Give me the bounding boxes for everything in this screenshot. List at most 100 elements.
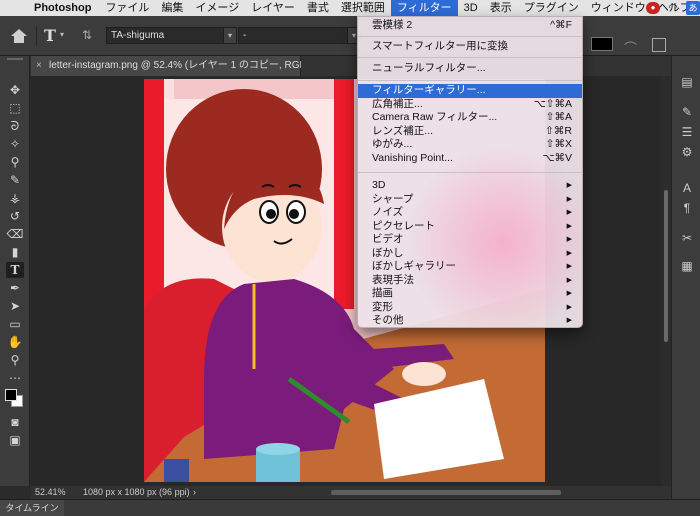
chevron-down-icon[interactable]: ▾ xyxy=(60,30,64,39)
font-style-field[interactable]: - xyxy=(238,27,348,44)
text-orientation-icon[interactable]: ⇅ xyxy=(82,28,92,42)
eraser-tool-icon[interactable]: ⌫ xyxy=(6,226,24,242)
character-panel-icon[interactable] xyxy=(652,38,666,52)
menu-bar: Photoshop ファイル 編集 イメージ レイヤー 書式 選択範囲 フィルタ… xyxy=(0,0,700,16)
menu-filter[interactable]: フィルター xyxy=(390,0,458,16)
menu-item-blur[interactable]: ぼかし ▶ xyxy=(358,247,582,261)
text-color-swatch[interactable] xyxy=(591,37,613,51)
menu-item-liquify[interactable]: ゆがみ... ⇧⌘X xyxy=(358,138,582,152)
zoom-tool-icon[interactable]: ⚲ xyxy=(6,352,24,368)
screen-mode-icon[interactable]: ▣ xyxy=(6,432,24,448)
lasso-tool-icon[interactable]: ᘐ xyxy=(6,118,24,134)
magic-wand-tool-icon[interactable]: ✧ xyxy=(6,136,24,152)
menu-item-noise[interactable]: ノイズ ▶ xyxy=(358,206,582,220)
menu-plugins[interactable]: プラグイン xyxy=(518,0,585,16)
brush-tool-icon[interactable]: ✎ xyxy=(6,172,24,188)
document-info: 1080 px x 1080 px (96 ppi) xyxy=(83,487,190,497)
menu-item-filter-gallery[interactable]: フィルターギャラリー... xyxy=(358,84,582,98)
menu-item-neural-filters[interactable]: ニューラルフィルター... xyxy=(358,62,582,76)
submenu-arrow-icon: ▶ xyxy=(566,317,572,324)
hand-tool-icon[interactable]: ✋ xyxy=(6,334,24,350)
menu-separator xyxy=(358,36,582,37)
menu-type[interactable]: 書式 xyxy=(301,0,335,16)
menu-view[interactable]: 表示 xyxy=(484,0,518,16)
menu-item-3d[interactable]: 3D ▶ xyxy=(358,179,582,193)
menu-layer[interactable]: レイヤー xyxy=(245,0,301,16)
menu-separator xyxy=(358,172,582,173)
menu-item-convert-smart-filter[interactable]: スマートフィルター用に変換 xyxy=(358,40,582,54)
menu-image[interactable]: イメージ xyxy=(189,0,245,16)
close-tab-icon[interactable]: × xyxy=(36,56,42,76)
status-bar: 52.41% 1080 px x 1080 px (96 ppi) › xyxy=(31,486,671,499)
history-brush-tool-icon[interactable]: ↺ xyxy=(6,208,24,224)
menu-item-stylize[interactable]: 表現手法 ▶ xyxy=(358,274,582,288)
marquee-tool-icon[interactable]: ⬚ xyxy=(6,100,24,116)
submenu-arrow-icon: ▶ xyxy=(566,290,572,297)
menu-file[interactable]: ファイル xyxy=(99,0,155,16)
shortcut-label: ⌥⇧⌘A xyxy=(533,98,572,110)
properties-panel-icon[interactable]: ⚙ xyxy=(679,144,695,160)
shortcut-label: ^⌘F xyxy=(550,19,572,31)
shortcut-label: ⇧⌘A xyxy=(545,111,572,123)
type-tool-icon[interactable]: T xyxy=(6,262,24,278)
horizontal-scroll-thumb[interactable] xyxy=(331,490,561,495)
menu-item-camera-raw[interactable]: Camera Raw フィルター... ⇧⌘A xyxy=(358,111,582,125)
submenu-arrow-icon: ▶ xyxy=(566,236,572,243)
submenu-arrow-icon: ▶ xyxy=(566,263,572,270)
menu-item-blur-gallery[interactable]: ぼかしギャラリー ▶ xyxy=(358,260,582,274)
warp-text-icon[interactable]: ⌒ xyxy=(624,38,637,57)
menu-item-vanishing-point[interactable]: Vanishing Point... ⌥⌘V xyxy=(358,152,582,166)
brush-panel-icon[interactable]: ✎ xyxy=(679,104,695,120)
gradient-tool-icon[interactable]: ▮ xyxy=(6,244,24,260)
paragraph-panel-icon[interactable]: ¶ xyxy=(679,200,695,216)
tools-panel-icon[interactable]: ✂ xyxy=(679,230,695,246)
document-tab[interactable]: × letter-instagram.png @ 52.4% (レイヤー 1 の… xyxy=(31,56,325,76)
menu-item-render[interactable]: 描画 ▶ xyxy=(358,287,582,301)
status-menu-arrow[interactable]: › xyxy=(193,486,196,499)
menu-item-adaptive-wide-angle[interactable]: 広角補正... ⌥⇧⌘A xyxy=(358,98,582,112)
more-tools-icon[interactable]: ⋯ xyxy=(6,370,24,386)
menu-item-sharpen[interactable]: シャープ ▶ xyxy=(358,193,582,207)
input-method-icon[interactable]: あ xyxy=(686,1,700,15)
history-panel-icon[interactable]: ▤ xyxy=(679,74,695,90)
adjustments-panel-icon[interactable]: ☰ xyxy=(679,124,695,140)
submenu-arrow-icon: ▶ xyxy=(566,222,572,230)
menu-3d[interactable]: 3D xyxy=(458,0,484,16)
rectangle-tool-icon[interactable]: ▭ xyxy=(6,316,24,332)
menu-separator xyxy=(358,80,582,81)
divider xyxy=(36,26,37,46)
menu-item-other[interactable]: その他 ▶ xyxy=(358,314,582,327)
shortcut-label: ⇧⌘R xyxy=(545,125,572,137)
layers-panel-icon[interactable]: ▦ xyxy=(679,258,695,274)
eyedropper-tool-icon[interactable]: ⚲ xyxy=(6,154,24,170)
font-family-dropdown[interactable]: ▾ xyxy=(223,27,237,44)
zoom-level[interactable]: 52.41% xyxy=(35,486,66,499)
submenu-arrow-icon: ▶ xyxy=(566,182,572,189)
submenu-arrow-icon: ▶ xyxy=(566,303,572,311)
menu-item-pixelate[interactable]: ピクセレート ▶ xyxy=(358,220,582,234)
panel-grip[interactable] xyxy=(7,58,23,60)
vertical-scroll-thumb[interactable] xyxy=(664,190,668,342)
stamp-tool-icon[interactable]: ⚶ xyxy=(6,190,24,206)
foreground-color-swatch[interactable] xyxy=(5,389,17,401)
wifi-icon[interactable]: ◠ xyxy=(666,2,680,14)
menu-item-video[interactable]: ビデオ ▶ xyxy=(358,233,582,247)
path-selection-tool-icon[interactable]: ➤ xyxy=(6,298,24,314)
creative-cloud-icon[interactable]: ● xyxy=(646,2,660,14)
character-panel-icon[interactable]: A xyxy=(679,180,695,196)
quick-mask-icon[interactable]: ◙ xyxy=(6,414,24,430)
menu-item-last-filter[interactable]: 雲模様 2 ^⌘F xyxy=(358,19,582,33)
tab-timeline[interactable]: タイムライン xyxy=(0,500,64,516)
home-icon[interactable] xyxy=(10,28,28,44)
move-tool-icon[interactable]: ✥ xyxy=(6,82,24,98)
shortcut-label: ⌥⌘V xyxy=(542,152,572,164)
menu-item-distort[interactable]: 変形 ▶ xyxy=(358,301,582,315)
type-tool-preset-icon[interactable]: T xyxy=(44,26,56,45)
menu-edit[interactable]: 編集 xyxy=(155,0,189,16)
app-menu[interactable]: Photoshop xyxy=(30,2,99,14)
menu-item-lens-correction[interactable]: レンズ補正... ⇧⌘R xyxy=(358,125,582,139)
menu-select[interactable]: 選択範囲 xyxy=(335,0,391,16)
document-tab-title: letter-instagram.png @ 52.4% (レイヤー 1 のコピ… xyxy=(49,60,325,71)
pen-tool-icon[interactable]: ✒ xyxy=(6,280,24,296)
font-family-field[interactable]: TA-shiguma xyxy=(106,27,224,44)
